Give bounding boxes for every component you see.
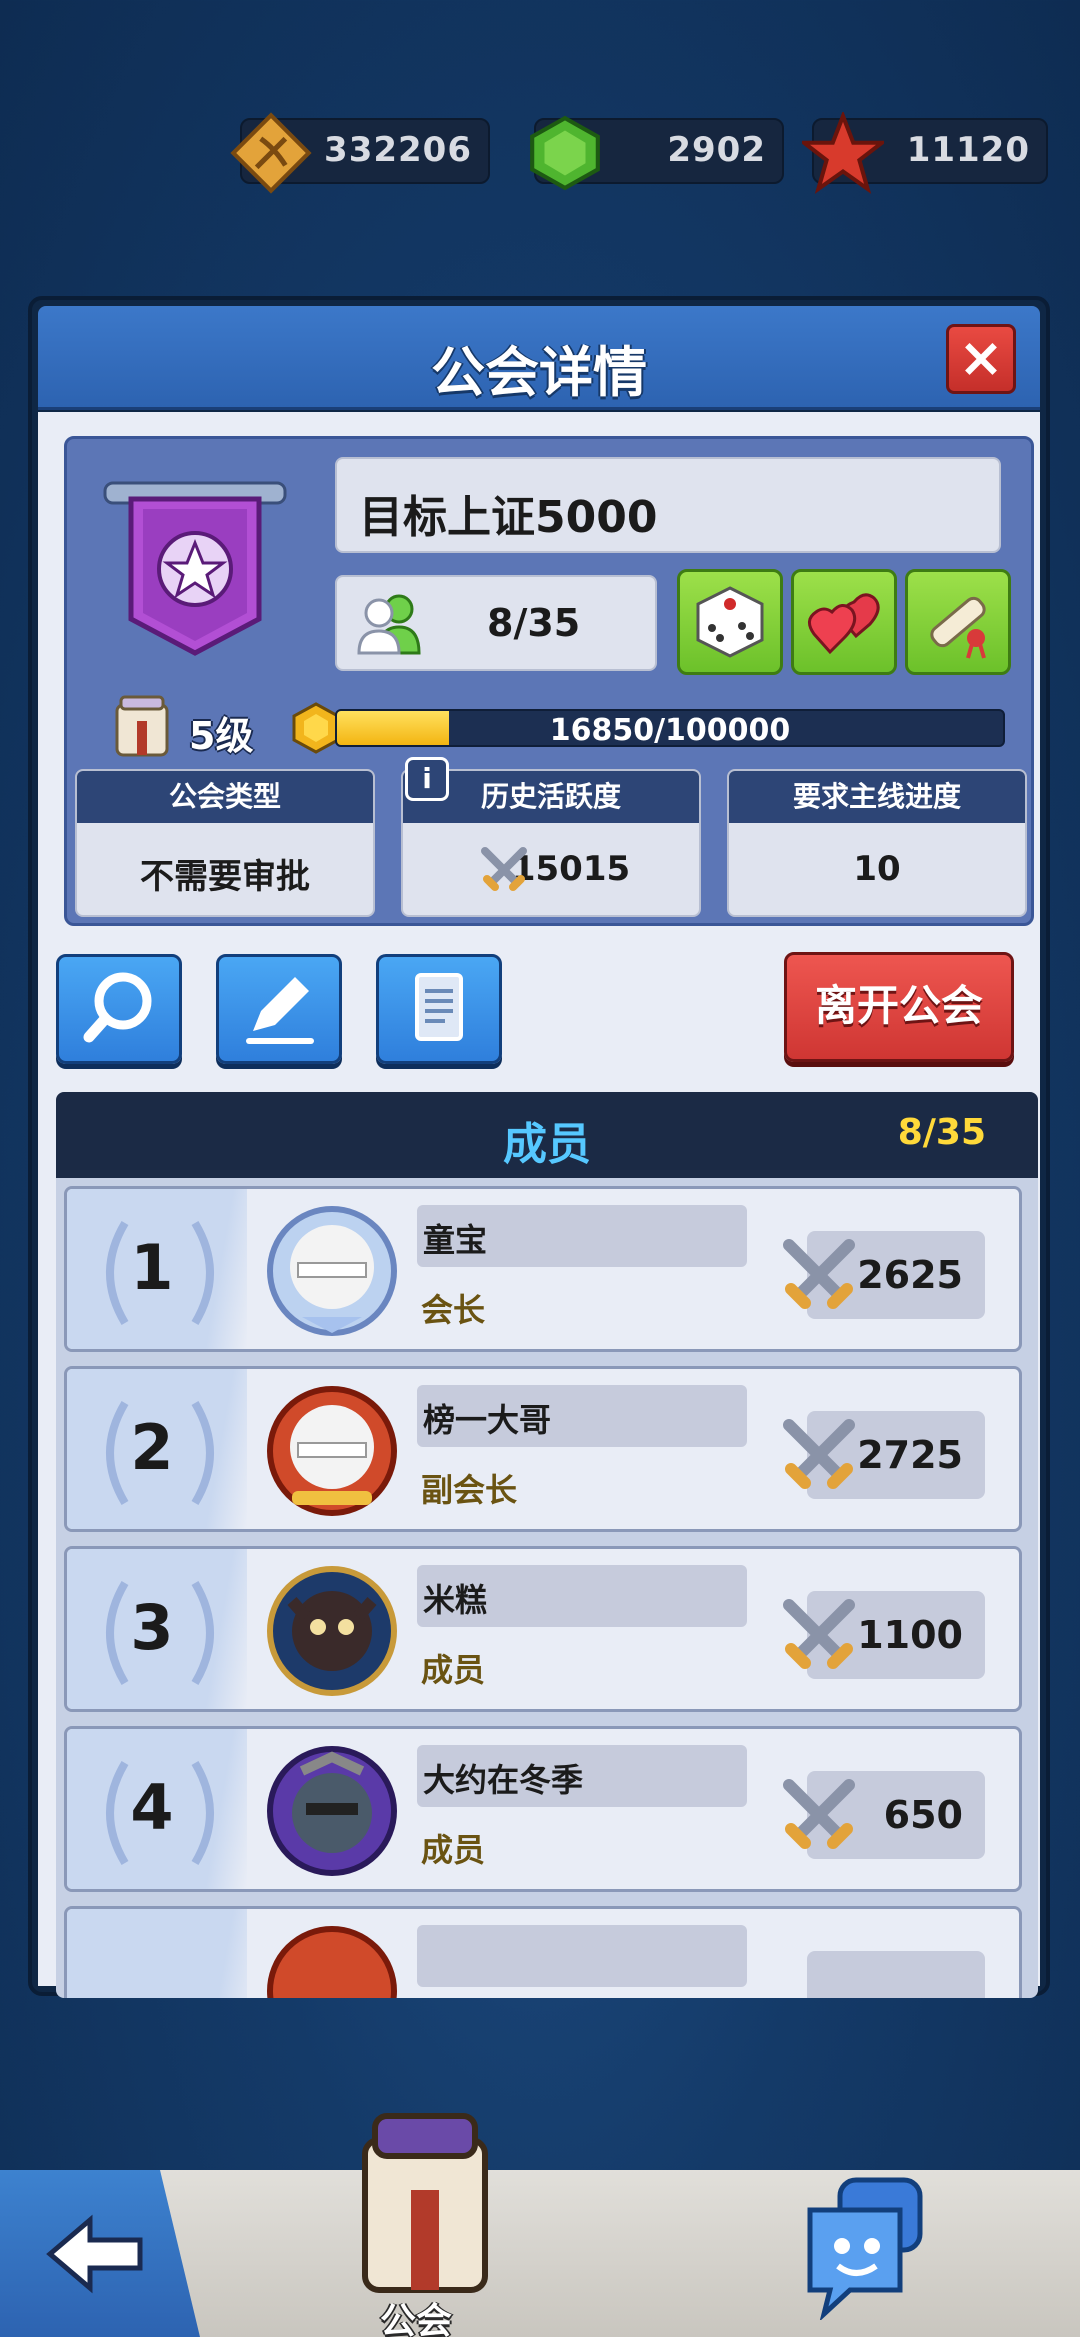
xp-text: 16850/100000: [549, 713, 791, 747]
player-name: 童宝: [423, 1221, 488, 1259]
members-title: 成员: [503, 1119, 591, 1170]
stat-value: 15015: [511, 849, 631, 889]
pencil-icon: [246, 977, 314, 1044]
stat-label: 公会类型: [77, 771, 373, 823]
member-row[interactable]: 3 米糕 成员 1100: [64, 1546, 1022, 1712]
hearts-button[interactable]: [791, 569, 897, 675]
panel-body: 目标上证5000 8/35 5级 16850/100000 公会类型 不需要审批…: [38, 412, 1040, 1998]
dice-button[interactable]: [677, 569, 783, 675]
currency-value: 2902: [667, 130, 766, 170]
members-count: 8/35: [897, 1112, 986, 1153]
chat-icon[interactable]: [790, 2170, 940, 2320]
currency-gold-tickets: 332206: [230, 112, 490, 194]
members-list[interactable]: 1 童宝 会长 2625 2 榜一大哥 副会长 2725 3 米糕 成员 110…: [56, 1178, 1038, 1998]
rank-number: 1: [130, 1231, 174, 1304]
guild-level: 5级: [189, 714, 254, 758]
power-value: 1100: [857, 1613, 963, 1657]
search-button[interactable]: [56, 954, 182, 1064]
crossed-swords-icon: [783, 1239, 855, 1309]
player-role: 成员: [421, 1651, 486, 1689]
avatar[interactable]: [262, 1741, 402, 1881]
member-count: 8/35: [487, 601, 581, 645]
player-name-box: 童宝: [417, 1205, 747, 1267]
player-role: 副会长: [421, 1471, 518, 1509]
player-role: 会长: [421, 1291, 486, 1329]
leave-guild-button[interactable]: 离开公会: [784, 952, 1014, 1062]
player-role: 成员: [421, 1831, 486, 1869]
info-icon[interactable]: i: [405, 757, 449, 801]
log-button[interactable]: [376, 954, 502, 1064]
currency-stars: 11120: [802, 112, 1048, 194]
player-name-box: 米糕: [417, 1565, 747, 1627]
guild-level-icon: [115, 695, 169, 757]
player-name: 米糕: [423, 1581, 488, 1619]
currency-value: 11120: [906, 130, 1030, 170]
avatar[interactable]: [262, 1201, 402, 1341]
member-row[interactable]: 1 童宝 会长 2625: [64, 1186, 1022, 1352]
power-value: 2725: [857, 1433, 963, 1477]
power-value: 650: [883, 1793, 963, 1837]
rank-number: 2: [130, 1411, 174, 1484]
stat-value: 10: [853, 849, 901, 889]
member-count-field: 8/35: [335, 575, 657, 671]
player-name-box: 榜一大哥: [417, 1385, 747, 1447]
back-arrow-icon: [46, 2214, 143, 2294]
crossed-swords-icon: [481, 847, 527, 891]
member-row[interactable]: 4 大约在冬季 成员 650: [64, 1726, 1022, 1892]
document-icon: [415, 973, 463, 1041]
members-header: 成员 8/35: [56, 1092, 1038, 1178]
green-gem-icon: [530, 115, 600, 191]
player-name: 榜一大哥: [423, 1401, 552, 1439]
avatar[interactable]: [262, 1561, 402, 1701]
power-box: [807, 1951, 985, 1998]
crossed-swords-icon: [783, 1779, 855, 1849]
edit-button[interactable]: [216, 954, 342, 1064]
player-name-box: 大约在冬季: [417, 1745, 747, 1807]
guild-tab-icon[interactable]: [345, 2110, 505, 2300]
member-row[interactable]: [64, 1906, 1022, 1998]
currency-value: 332206: [324, 130, 472, 170]
panel-title: 公会详情: [431, 341, 647, 404]
guild-name: 目标上证5000: [359, 492, 658, 543]
close-button[interactable]: ×: [946, 324, 1016, 394]
player-name-box: [417, 1925, 747, 1987]
rank-number: 4: [130, 1771, 174, 1844]
search-icon: [83, 972, 152, 1043]
guild-name-field: 目标上证5000: [335, 457, 1001, 553]
avatar[interactable]: [262, 1921, 402, 1998]
rank-background: [67, 1909, 247, 1998]
red-star-icon: [802, 112, 884, 194]
stat-value: 不需要审批: [140, 857, 310, 897]
scroll-icon: [930, 596, 986, 659]
guild-details-panel: 公会详情 × 目标上证5000 8/35 5级 16850/100000 公会类…: [28, 296, 1050, 1998]
stat-guild-type: 公会类型 不需要审批: [75, 769, 375, 917]
rank-number: 3: [130, 1591, 174, 1664]
hearts-icon: [808, 593, 880, 655]
crossed-swords-icon: [783, 1419, 855, 1489]
guild-banner-icon: [103, 481, 287, 656]
avatar[interactable]: [262, 1381, 402, 1521]
panel-header: 公会详情 ×: [38, 306, 1040, 410]
guild-info-box: 目标上证5000 8/35 5级 16850/100000 公会类型 不需要审批…: [64, 436, 1034, 926]
guild-tab-label: 公会: [380, 2301, 453, 2337]
power-value: 2625: [857, 1253, 963, 1297]
members-icon: [357, 594, 421, 655]
stat-label: 要求主线进度: [729, 771, 1025, 823]
currency-gems: 2902: [530, 115, 784, 191]
stat-required-progress: 要求主线进度 10: [727, 769, 1027, 917]
scroll-button[interactable]: [905, 569, 1011, 675]
guild-xp-bar: 16850/100000: [335, 709, 1005, 747]
player-name: 大约在冬季: [423, 1761, 584, 1799]
member-row[interactable]: 2 榜一大哥 副会长 2725: [64, 1366, 1022, 1532]
bow-ticket-icon: [230, 112, 312, 194]
crossed-swords-icon: [783, 1599, 855, 1669]
dice-icon: [696, 586, 764, 658]
